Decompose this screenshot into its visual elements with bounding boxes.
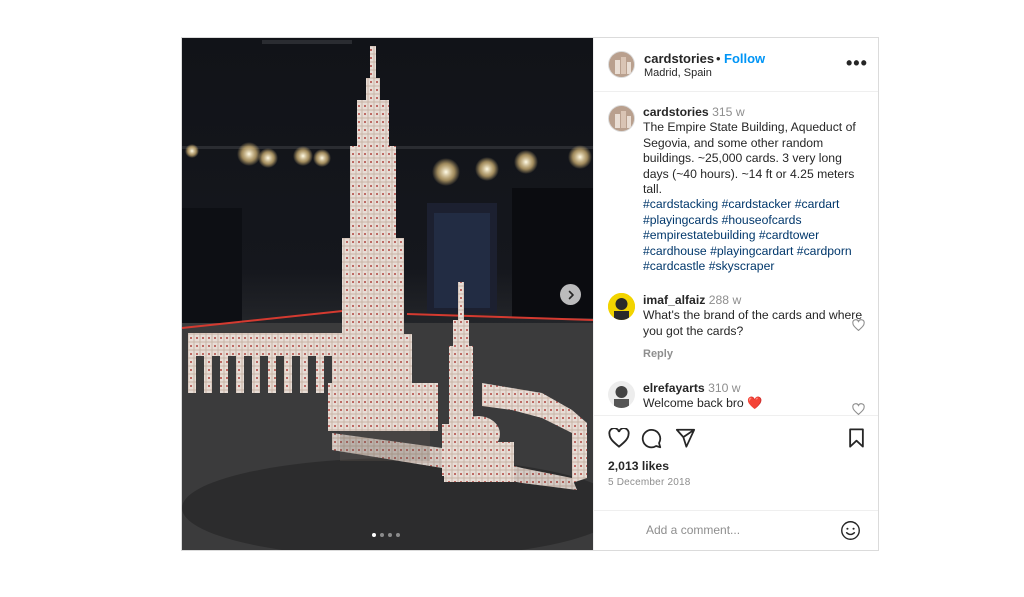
carousel-dot xyxy=(380,533,384,537)
caption-time[interactable]: 315 w xyxy=(712,105,745,119)
post-author-username[interactable]: cardstories xyxy=(644,51,714,66)
post-side-panel: cardstories • Follow Madrid, Spain ••• c… xyxy=(593,38,878,550)
comment-like-heart-icon[interactable] xyxy=(852,403,865,415)
comment-text-block: elrefayarts 310 w Welcome back bro ❤️ xyxy=(643,381,865,412)
comment-username[interactable]: imaf_alfaiz xyxy=(643,293,705,307)
avatar[interactable] xyxy=(608,293,635,320)
comment-time[interactable]: 288 w xyxy=(709,293,742,307)
ellipsis-icon[interactable]: ••• xyxy=(846,54,868,72)
caption-text-block: cardstories 315 w The Empire State Build… xyxy=(643,105,865,274)
comments-list[interactable]: cardstories 315 w The Empire State Build… xyxy=(594,93,878,415)
carousel-dot-active xyxy=(372,533,376,537)
post-date[interactable]: 5 December 2018 xyxy=(608,477,691,488)
post-actions-bar: 2,013 likes 5 December 2018 xyxy=(594,415,878,510)
heart-icon[interactable] xyxy=(608,428,630,448)
avatar-image xyxy=(609,106,634,131)
comment-time[interactable]: 310 w xyxy=(708,381,741,395)
header-separator: • xyxy=(716,51,721,66)
avatar[interactable] xyxy=(608,51,635,78)
caption-hashtags[interactable]: #cardstacking #cardstacker #cardart #pla… xyxy=(643,197,852,273)
post-header: cardstories • Follow Madrid, Spain ••• xyxy=(594,38,878,92)
comment-like-heart-icon[interactable] xyxy=(852,319,865,331)
paper-plane-icon[interactable] xyxy=(675,428,696,448)
comment-text: What's the brand of the cards and where … xyxy=(643,308,863,338)
caption-text: The Empire State Building, Aqueduct of S… xyxy=(643,120,856,197)
comment-text: Welcome back bro ❤️ xyxy=(643,396,763,411)
chevron-right-icon xyxy=(568,290,574,299)
instagram-post: cardstories • Follow Madrid, Spain ••• c… xyxy=(181,37,879,551)
comment-text-block: imaf_alfaiz 288 w What's the brand of th… xyxy=(643,293,865,339)
add-comment-bar xyxy=(594,510,878,550)
carousel-dot xyxy=(396,533,400,537)
post-photo[interactable] xyxy=(182,38,593,550)
carousel-indicator xyxy=(372,533,400,537)
reply-button[interactable]: Reply xyxy=(643,348,673,360)
follow-button[interactable]: Follow xyxy=(724,51,765,66)
smiley-icon[interactable] xyxy=(840,520,861,541)
carousel-dot xyxy=(388,533,392,537)
avatar-image xyxy=(608,381,635,408)
likes-count[interactable]: 2,013 likes xyxy=(608,459,669,473)
caption-username[interactable]: cardstories xyxy=(643,105,709,119)
avatar[interactable] xyxy=(608,105,635,132)
add-comment-input[interactable] xyxy=(646,523,826,537)
avatar-image xyxy=(608,293,635,320)
carousel-next-button[interactable] xyxy=(560,284,581,305)
post-location[interactable]: Madrid, Spain xyxy=(644,67,712,79)
card-structures-photo xyxy=(182,40,593,550)
bookmark-icon[interactable] xyxy=(848,428,865,448)
avatar[interactable] xyxy=(608,381,635,408)
avatar-image xyxy=(609,52,634,77)
comment-bubble-icon[interactable] xyxy=(641,428,662,449)
comment-username[interactable]: elrefayarts xyxy=(643,381,705,395)
